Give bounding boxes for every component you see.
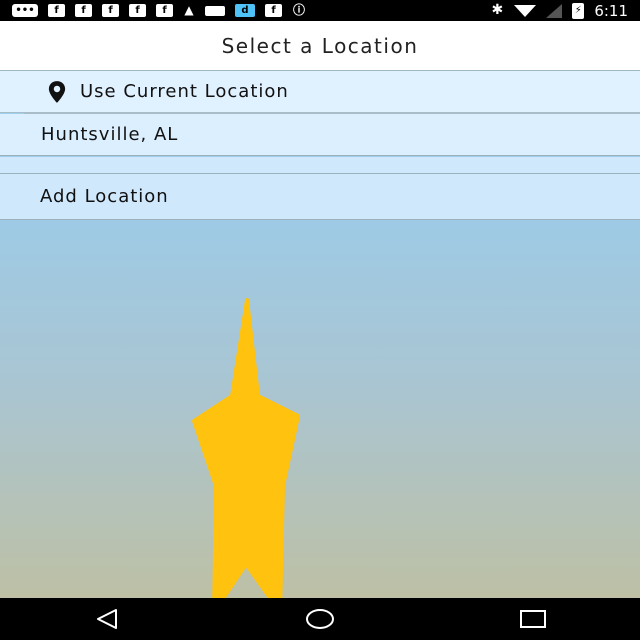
recents-icon — [520, 610, 547, 628]
decorative-shape — [192, 298, 300, 614]
notification-icons: ••• f f f f f ▲ d f ⓘ — [12, 4, 306, 17]
location-pin-icon — [48, 80, 66, 103]
status-bar: ••• f f f f f ▲ d f ⓘ ✱ ⚡ 6:11 — [0, 0, 640, 21]
message-icon: ••• — [12, 4, 38, 17]
signal-icon — [546, 3, 563, 18]
status-time: 6:11 — [594, 1, 628, 20]
facebook-icon: f — [156, 4, 173, 17]
navigation-bar — [0, 598, 640, 640]
facebook-icon: f — [102, 4, 119, 17]
facebook-icon: f — [48, 4, 65, 17]
mail-icon — [205, 5, 225, 16]
add-location-button[interactable]: Add Location — [0, 174, 640, 220]
download-icon: d — [235, 4, 255, 17]
add-location-label: Add Location — [40, 186, 169, 207]
facebook-icon: f — [129, 4, 146, 17]
page-title: Select a Location — [221, 33, 419, 58]
home-button[interactable] — [300, 604, 340, 634]
notification-icon: ▲ — [184, 3, 194, 17]
header: Select a Location — [0, 21, 640, 71]
location-label: Huntsville, AL — [41, 124, 179, 145]
facebook-icon: f — [265, 4, 282, 17]
system-icons: ✱ ⚡ 6:11 — [490, 2, 628, 20]
use-current-location-label: Use Current Location — [80, 81, 289, 102]
bluetooth-icon: ✱ — [491, 2, 504, 18]
back-icon — [96, 609, 117, 629]
alert-icon: ⓘ — [292, 3, 305, 17]
home-icon — [305, 609, 334, 629]
facebook-icon: f — [75, 4, 92, 17]
wifi-icon — [514, 4, 537, 17]
location-item-huntsville[interactable]: Huntsville, AL — [0, 114, 640, 156]
recents-button[interactable] — [513, 604, 553, 634]
back-button[interactable] — [87, 604, 127, 634]
section-spacer — [0, 157, 640, 174]
battery-icon: ⚡ — [572, 2, 585, 19]
use-current-location-item[interactable]: Use Current Location — [0, 71, 640, 113]
